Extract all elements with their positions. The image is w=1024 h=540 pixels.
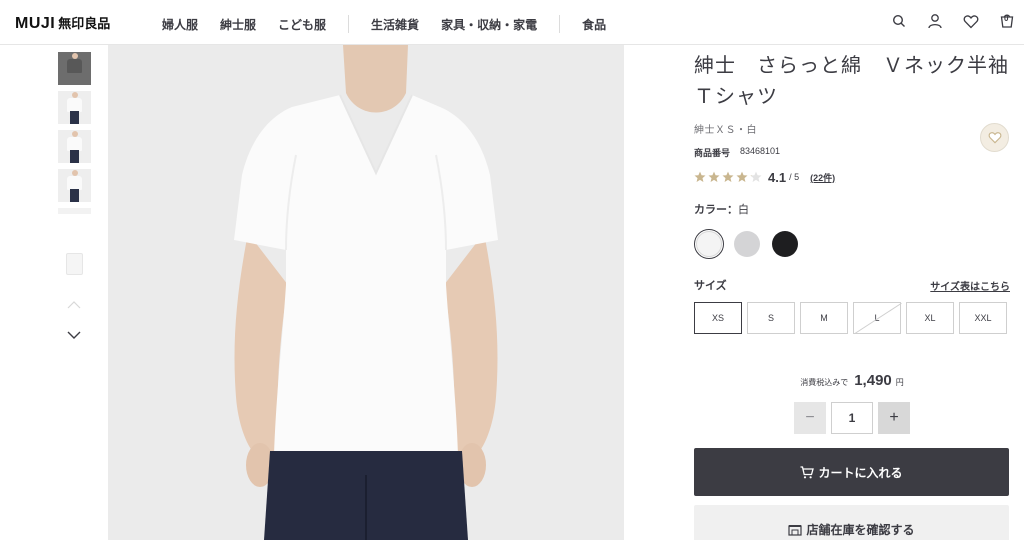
main-nav: 婦人服 紳士服 こども服 生活雑貨 家具・収納・家電 食品 [162,15,606,33]
thumbnail-list [58,52,91,286]
size-option-l[interactable]: L [853,302,901,334]
price-tax-note: 消費税込みで [800,378,849,387]
muji-logo[interactable]: MUJI 無印良品 [15,13,110,33]
store-icon [788,523,803,536]
size-guide-link[interactable]: サイズ表はこちら [930,278,1010,293]
product-main-image[interactable] [108,45,624,540]
size-header: サイズ サイズ表はこちら [694,277,1010,293]
price-unit: 円 [895,378,904,387]
thumbnail[interactable] [58,52,91,85]
color-label: カラー：白 [694,201,1010,217]
color-swatch[interactable] [694,229,724,259]
favorite-button[interactable] [980,123,1009,152]
logo-latin: MUJI [15,15,56,32]
review-count-link[interactable]: (22件) [810,171,835,184]
product-title: 紳士 さらっと綿 Ｖネック半袖Ｔシャツ [694,55,1009,108]
nav-womens[interactable]: 婦人服 [162,16,198,33]
nav-furniture[interactable]: 家具・収納・家電 [441,16,537,33]
star-icon [750,171,762,182]
color-swatch[interactable] [770,229,800,259]
price: 消費税込みで 1,490 円 [694,372,1010,389]
star-icon [736,171,748,182]
rating-value: 4.1 [768,169,787,185]
heart-icon [988,132,1001,144]
heart-icon[interactable] [962,12,980,30]
product-number: 商品番号 83468101 [694,146,1010,159]
thumbnail[interactable] [58,247,91,280]
chevron-up-icon[interactable] [66,300,82,310]
thumbnail[interactable] [58,208,91,241]
logo-jp: 無印良品 [58,16,111,31]
star-icon [708,171,720,182]
product-panel: 紳士 さらっと綿 Ｖネック半袖Ｔシャツ 紳士ＸＳ・白 商品番号 83468101… [694,45,1010,540]
nav-mens[interactable]: 紳士服 [220,16,256,33]
nav-kids[interactable]: こども服 [278,16,326,33]
star-icon [722,171,734,182]
size-option-xs[interactable]: XS [694,302,742,334]
site-header: MUJI 無印良品 婦人服 紳士服 こども服 生活雑貨 家具・収納・家電 食品 … [0,0,1024,45]
color-swatch-dot [696,231,722,257]
nav-divider [348,15,350,33]
size-option-m[interactable]: M [800,302,848,334]
product-variant: 紳士ＸＳ・白 [694,125,757,136]
cart-icon [800,465,815,479]
color-value: 白 [738,204,749,216]
header-icons: 0 [872,12,1016,30]
account-icon[interactable] [926,12,944,30]
size-option-xl[interactable]: XL [906,302,954,334]
rating-stars [694,171,764,183]
rating: 4.1 / 5 (22件) [694,169,1010,185]
nav-household[interactable]: 生活雑貨 [371,16,419,33]
star-icon [694,171,706,182]
check-store-stock-label: 店舗在庫を確認する [806,522,915,537]
chevron-down-icon[interactable] [66,330,82,340]
quantity-plus-button[interactable]: + [878,402,910,434]
color-swatch-dot [734,231,760,257]
rating-max: / 5 [789,172,800,182]
quantity-minus-button[interactable]: − [794,402,826,434]
search-icon[interactable] [890,12,908,30]
add-to-cart-button[interactable]: カートに入れる [694,448,1009,496]
thumbnail[interactable] [58,169,91,202]
thumbnail[interactable] [58,130,91,163]
product-number-label: 商品番号 [694,148,731,158]
product-number-value: 83468101 [740,146,781,156]
thumbnail[interactable] [58,91,91,124]
color-label-text: カラー： [694,204,738,216]
size-label: サイズ [694,280,727,292]
nav-food[interactable]: 食品 [582,16,606,33]
quantity-stepper: − 1 + [694,402,1010,434]
color-swatches [694,229,1010,259]
quantity-input[interactable]: 1 [831,402,873,434]
size-option-s[interactable]: S [747,302,795,334]
check-store-stock-button[interactable]: 店舗在庫を確認する [694,505,1009,540]
price-value: 1,490 [854,372,892,389]
color-swatch-dot [772,231,798,257]
size-options: XS S M L XL XXL [694,302,1010,334]
cart-icon[interactable]: 0 [998,12,1016,30]
size-option-xxl[interactable]: XXL [959,302,1007,334]
product-photo [108,45,624,540]
add-to-cart-label: カートに入れる [818,465,903,480]
cart-count-badge: 0 [1004,14,1009,23]
nav-divider [559,15,561,33]
color-swatch[interactable] [732,229,762,259]
